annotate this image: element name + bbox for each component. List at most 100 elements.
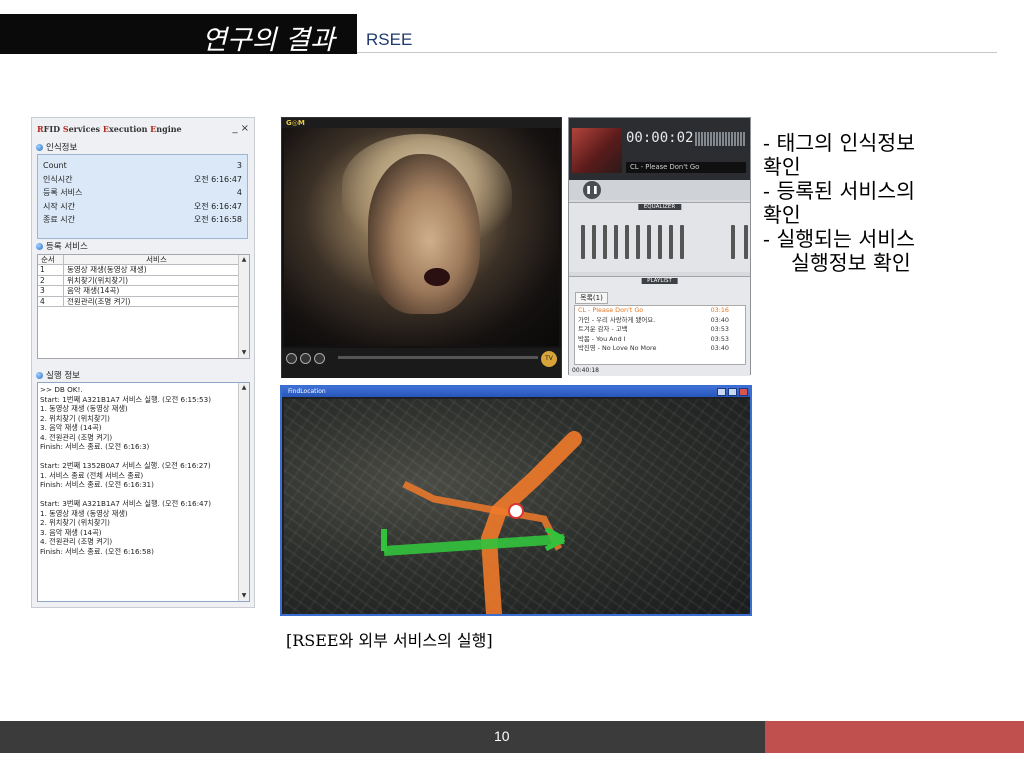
stop-icon[interactable] bbox=[300, 353, 311, 364]
playlist-panel: PLAYLIST 목록(1) CL - Please Don't Go 03:16… bbox=[569, 276, 750, 376]
eq-band-slider[interactable] bbox=[603, 225, 607, 259]
video-titlebar: G◎M bbox=[282, 118, 561, 128]
eq-band-slider[interactable] bbox=[625, 225, 629, 259]
table-row[interactable]: 4 전원관리(조명 켜기) bbox=[38, 296, 239, 307]
pause-icon[interactable]: ❚❚ bbox=[583, 181, 601, 199]
eq-band-slider[interactable] bbox=[581, 225, 585, 259]
music-player-window: 00:00:02 CL - Please Don't Go ❚❚ EQUALIZ… bbox=[568, 117, 751, 376]
track-duration: 03:53 bbox=[710, 325, 729, 333]
table-row[interactable]: 1 동영상 재생(동영상 재생) bbox=[38, 265, 239, 276]
log-line: 4. 전원관리 (조명 켜기) bbox=[40, 537, 113, 546]
bullet-line: 실행정보 확인 bbox=[791, 251, 911, 275]
player-logo: G◎M bbox=[286, 119, 305, 127]
track-title: 트겨운 감자 - 고백 bbox=[578, 325, 628, 333]
seek-bar[interactable] bbox=[338, 356, 538, 359]
recognition-label: Count bbox=[43, 161, 67, 170]
bullet-line: 확인 bbox=[763, 155, 801, 179]
recognition-value: 3 bbox=[236, 161, 242, 170]
now-playing: CL - Please Don't Go bbox=[626, 162, 746, 173]
eq-band-slider[interactable] bbox=[614, 225, 618, 259]
playlist-item[interactable]: 박봄 - You And I 03:53 bbox=[575, 335, 745, 345]
log-line: Finish: 서비스 종료. (오전 6:16:31) bbox=[40, 480, 154, 489]
eq-band-slider[interactable] bbox=[636, 225, 640, 259]
playlist-item[interactable]: 박진영 - No Love No More 03:40 bbox=[575, 344, 745, 354]
playlist-total-time: 00:40:18 bbox=[572, 367, 599, 374]
eq-band-slider[interactable] bbox=[658, 225, 662, 259]
prev-icon[interactable] bbox=[314, 353, 325, 364]
playlist-item[interactable]: 트겨운 감자 - 고백 03:53 bbox=[575, 325, 745, 335]
log-line: 1. 서비스 종료 (전체 서비스 종료) bbox=[40, 470, 144, 480]
track-title: CL - Please Don't Go bbox=[578, 306, 644, 314]
recognition-row: 등록 서비스 4 bbox=[43, 186, 242, 200]
services-table[interactable]: 순서 서비스 1 동영상 재생(동영상 재생) 2 위치찾기(위치찾기) 3 음악 재생(… bbox=[37, 254, 250, 359]
maximize-icon[interactable] bbox=[728, 388, 737, 396]
log-line: Finish: 서비스 종료. (오전 6:16:3) bbox=[40, 442, 150, 451]
playlist-list[interactable]: CL - Please Don't Go 03:16 가인 - 우리 사랑하게 됐어… bbox=[574, 305, 746, 365]
window-controls[interactable]: _ × bbox=[232, 123, 249, 134]
track-title: 박진영 - No Love No More bbox=[578, 344, 657, 352]
track-duration: 03:16 bbox=[710, 306, 729, 314]
close-icon[interactable] bbox=[739, 388, 748, 396]
eq-band-slider[interactable] bbox=[592, 225, 596, 259]
execution-log[interactable]: >> DB OK!. Start: 1번째 A321B1A7 서비스 실행. (오… bbox=[37, 382, 250, 602]
map-window-title: FindLocation bbox=[288, 388, 326, 395]
minimize-icon[interactable] bbox=[717, 388, 726, 396]
footer-accent bbox=[765, 721, 1024, 753]
eq-band-slider[interactable] bbox=[669, 225, 673, 259]
recognition-label: 인식시간 bbox=[43, 174, 73, 184]
recognition-row: 시작 시간 오전 6:16:47 bbox=[43, 200, 242, 214]
playlist-item[interactable]: 가인 - 우리 사랑하게 됐어요. 03:40 bbox=[575, 316, 745, 326]
log-line: Start: 1번째 A321B1A7 서비스 실행. (오전 6:15:53) bbox=[40, 394, 212, 404]
eq-band-slider[interactable] bbox=[680, 225, 684, 259]
eq-band-slider[interactable] bbox=[731, 225, 735, 259]
services-scrollbar[interactable]: ▲ ▼ bbox=[238, 255, 249, 358]
video-content-mouth bbox=[424, 268, 450, 286]
bullet-line: - 등록된 서비스의 bbox=[763, 179, 915, 203]
recognition-row: 종료 시간 오전 6:16:58 bbox=[43, 213, 242, 227]
table-row[interactable]: 2 위치찾기(위치찾기) bbox=[38, 275, 239, 286]
track-title: 박봄 - You And I bbox=[578, 334, 626, 343]
playlist-tab[interactable]: 목록(1) bbox=[575, 292, 608, 304]
track-duration: 03:40 bbox=[710, 344, 729, 352]
log-line: 2. 위치찾기 (위치찾기) bbox=[40, 518, 110, 527]
service-order: 2 bbox=[38, 275, 64, 285]
page-title: 연구의 결과 bbox=[202, 25, 335, 56]
video-frame[interactable] bbox=[284, 128, 559, 346]
equalizer-panel: EQUALIZER bbox=[569, 202, 750, 272]
pause-icon[interactable] bbox=[286, 353, 297, 364]
recognition-value: 4 bbox=[236, 188, 242, 197]
satellite-map[interactable] bbox=[284, 399, 750, 614]
scroll-up-icon[interactable]: ▲ bbox=[239, 383, 249, 393]
elapsed-time: 00:00:02 bbox=[626, 130, 694, 146]
bullet-line: - 실행되는 서비스 bbox=[763, 227, 915, 251]
scroll-up-icon[interactable]: ▲ bbox=[239, 255, 249, 265]
scroll-down-icon[interactable]: ▼ bbox=[239, 591, 249, 601]
eq-band-slider[interactable] bbox=[647, 225, 651, 259]
recognition-row: Count 3 bbox=[43, 159, 242, 173]
video-player-window: G◎M TV bbox=[281, 117, 562, 378]
log-scrollbar[interactable]: ▲ ▼ bbox=[238, 383, 249, 601]
log-line: 1. 동영상 재생 (동영상 재생) bbox=[40, 404, 128, 413]
title-divider bbox=[357, 52, 997, 53]
playlist-item[interactable]: CL - Please Don't Go 03:16 bbox=[575, 306, 745, 316]
music-display: 00:00:02 CL - Please Don't Go bbox=[569, 118, 750, 180]
service-name: 음악 재생(14곡) bbox=[67, 286, 120, 295]
service-name: 전원관리(조명 켜기) bbox=[67, 296, 131, 306]
album-cover bbox=[572, 128, 622, 173]
video-content-face bbox=[368, 154, 480, 314]
info-icon bbox=[36, 143, 43, 151]
tv-icon[interactable]: TV bbox=[541, 351, 557, 367]
recognition-label: 등록 서비스 bbox=[43, 188, 83, 197]
log-section-header: 실행 정보 bbox=[36, 369, 80, 381]
log-line: Start: 2번째 1352B0A7 서비스 실행. (오전 6:16:27) bbox=[40, 461, 211, 470]
spectrum-visualizer bbox=[695, 132, 745, 146]
table-row[interactable]: 3 음악 재생(14곡) bbox=[38, 286, 239, 297]
footer-bar bbox=[0, 721, 1024, 753]
eq-band-slider[interactable] bbox=[744, 225, 748, 259]
log-line: >> DB OK!. bbox=[40, 385, 83, 394]
bullet-list: - 태그의 인식정보 확인 - 등록된 서비스의 확인 - 실행되는 서비스 실행정보 확… bbox=[763, 131, 1013, 275]
scroll-down-icon[interactable]: ▼ bbox=[239, 348, 249, 358]
service-order: 4 bbox=[38, 296, 64, 306]
log-line: Start: 3번째 A321B1A7 서비스 실행. (오전 6:16:47) bbox=[40, 499, 212, 508]
